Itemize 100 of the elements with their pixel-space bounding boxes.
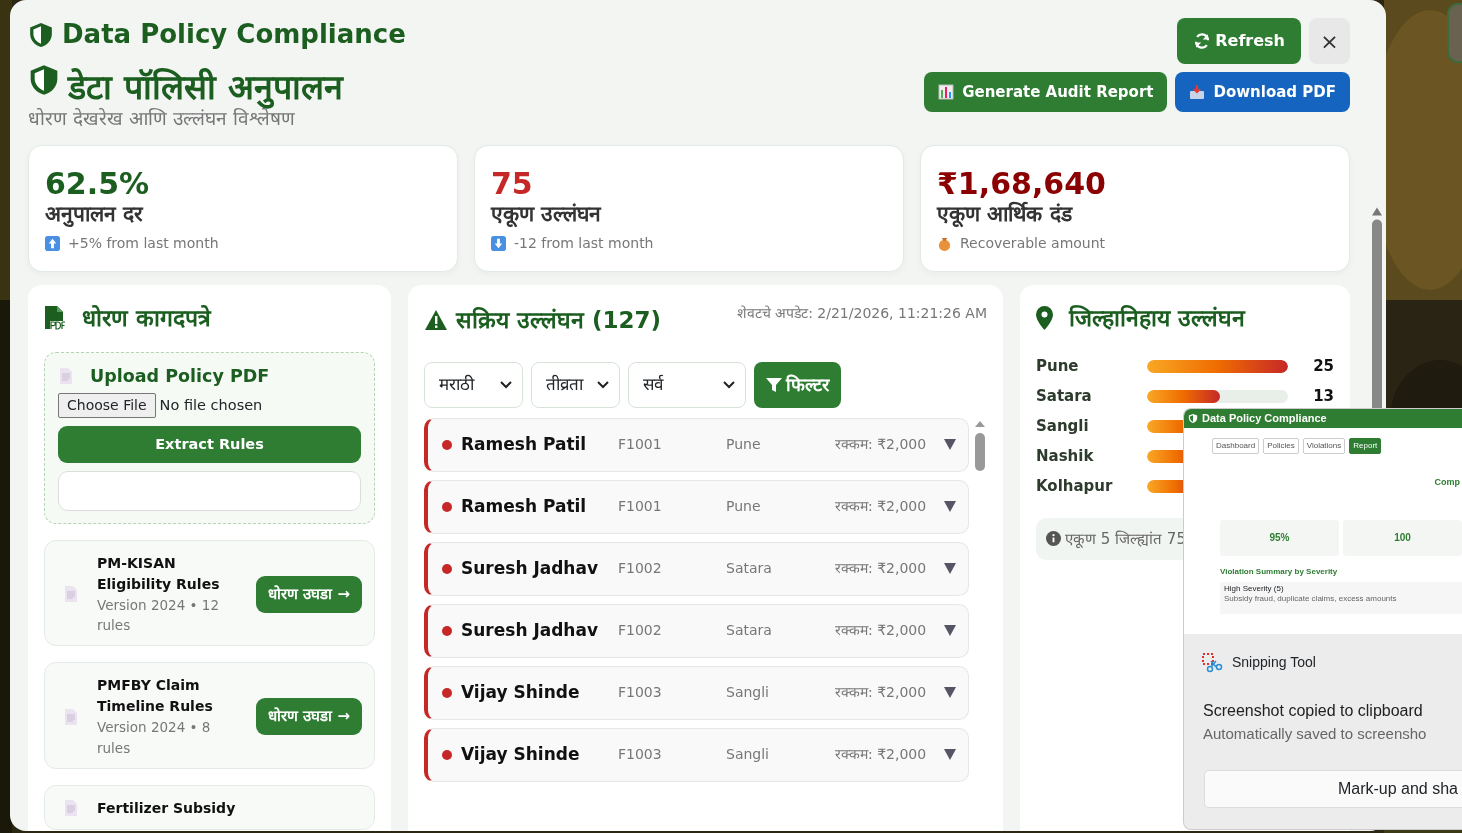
amount: रक्कम: ₹2,000	[835, 621, 927, 641]
markup-share-button[interactable]: Mark-up and sha	[1204, 769, 1462, 808]
stat-note: +5% from last month	[68, 234, 219, 254]
document-title: PM-KISAN Eligibility Rules	[97, 553, 221, 594]
district-name: Nashik	[1036, 446, 1095, 468]
stat-label: एकूण उल्लंघन	[491, 202, 603, 228]
caret-icon	[944, 625, 956, 637]
district-name: Satara	[1036, 386, 1093, 408]
farmer-name: Suresh Jadhav	[461, 556, 600, 580]
last-updated: शेवटचे अपडेट: 2/21/2026, 11:21:26 AM	[736, 304, 987, 324]
thumbnail-item-detail: Subsidy fraud, duplicate claims, excess amounts	[1224, 593, 1398, 605]
caret-icon	[944, 563, 956, 575]
refresh-button[interactable]: Refresh	[1177, 18, 1301, 64]
page-title: Data Policy Compliance	[62, 18, 406, 51]
stat-value: 62.5%	[45, 166, 151, 203]
warning-icon	[424, 309, 448, 332]
dropdown[interactable]: सर्व	[628, 361, 746, 408]
down-arrow-icon	[491, 236, 506, 252]
farmer-name: Ramesh Patil	[461, 494, 588, 518]
tab[interactable]: Violations	[1302, 438, 1346, 454]
tab[interactable]: Policies	[1263, 438, 1299, 454]
close-button[interactable]: ×	[1309, 18, 1350, 64]
report-button[interactable]: Generate Audit Report	[924, 72, 1168, 112]
inbox-tray-icon	[1189, 84, 1206, 100]
up-arrow-icon	[45, 236, 60, 252]
thumbnail-stat: 100	[1343, 519, 1462, 556]
caret-icon	[944, 749, 956, 761]
violation-count: 25	[1312, 356, 1334, 378]
farmer-name: Vijay Shinde	[461, 680, 581, 704]
district-name: Sangli	[726, 745, 770, 765]
file-status: No file chosen	[159, 395, 263, 415]
upload-title: Upload Policy PDF	[90, 364, 270, 388]
tab[interactable]: Report	[1349, 438, 1382, 454]
thumbnail-item-title: High Severity (5)	[1224, 583, 1285, 594]
district-name: Kolhapur	[1036, 476, 1114, 498]
document-title: Fertilizer Subsidy	[97, 798, 237, 818]
open-policy-button[interactable]: धोरण उघडा →	[256, 698, 362, 736]
farmer-name: Vijay Shinde	[461, 742, 581, 766]
district-name: Pune	[1036, 356, 1080, 378]
violation-count: 13	[1312, 386, 1334, 408]
document-icon	[63, 707, 79, 726]
page-title: डेटा पॉलिसी अनुपालन	[68, 65, 343, 109]
violation-row[interactable]: Vijay Shinde F1003 Sangli रक्कम: ₹2,000	[424, 727, 969, 782]
panel-title: धोरण कागदपत्रे	[82, 304, 211, 334]
notification-detail: Automatically saved to screensho	[1203, 724, 1427, 744]
status-dot-icon	[442, 501, 452, 512]
thumbnail-heading: Comp	[1433, 476, 1461, 489]
status-dot-icon	[442, 749, 452, 760]
stat-label: एकूण आर्थिक दंड	[937, 202, 1074, 228]
choose-file-button[interactable]: Choose File	[58, 392, 156, 418]
farmer-id: F1001	[618, 435, 663, 455]
location-pin-icon	[1036, 306, 1053, 331]
amount: रक्कम: ₹2,000	[835, 497, 927, 517]
caret-icon	[944, 687, 956, 699]
page-subtitle: धोरण देखरेख आणि उल्लंघन विश्लेषण	[28, 108, 296, 130]
district-name: Sangli	[1036, 416, 1090, 438]
violation-row[interactable]: Vijay Shinde F1003 Sangli रक्कम: ₹2,000	[424, 665, 969, 720]
funnel-icon	[766, 376, 782, 393]
stat-label: अनुपालन दर	[45, 202, 145, 228]
district-name: Pune	[726, 497, 762, 517]
panel-title: जिल्हानिहाय उल्लंघन	[1069, 304, 1245, 334]
district-name: Satara	[726, 621, 773, 641]
stat-value: 75	[491, 166, 534, 203]
dropdown[interactable]: मराठी	[424, 361, 523, 408]
chevron-icon	[597, 380, 609, 389]
district-name: Satara	[726, 559, 773, 579]
farmer-id: F1002	[618, 621, 663, 641]
status-dot-icon	[442, 687, 452, 698]
stat-value: ₹1,68,640	[937, 166, 1107, 202]
status-dot-icon	[442, 563, 452, 574]
filter-button[interactable]: फिल्टर	[754, 361, 841, 408]
amount: रक्कम: ₹2,000	[835, 683, 927, 703]
document-meta: Version 2024 • 8 rules	[97, 718, 212, 758]
thumbnail-section-title: Violation Summary by Severity	[1219, 565, 1339, 578]
violation-row[interactable]: Ramesh Patil F1001 Pune रक्कम: ₹2,000	[424, 479, 969, 534]
amount: रक्कम: ₹2,000	[835, 745, 927, 765]
document-icon	[63, 585, 79, 604]
download-button[interactable]: Download PDF	[1175, 72, 1350, 112]
shield-icon	[1188, 413, 1198, 424]
shield-icon	[28, 20, 54, 49]
farmer-id: F1002	[618, 559, 663, 579]
open-policy-button[interactable]: धोरण उघडा →	[256, 575, 362, 613]
stat-note: -12 from last month	[514, 234, 654, 254]
document-icon	[58, 366, 74, 385]
farmer-id: F1001	[618, 497, 663, 517]
dropdown[interactable]: तीव्रता	[531, 361, 620, 408]
refresh-icon	[1193, 32, 1212, 50]
farmer-name: Suresh Jadhav	[461, 618, 600, 642]
tab[interactable]: Dashboard	[1212, 438, 1260, 454]
pdf-file-icon	[44, 305, 66, 332]
violation-row[interactable]: Ramesh Patil F1001 Pune रक्कम: ₹2,000	[424, 417, 969, 472]
document-meta: Version 2024 • 12 rules	[97, 595, 220, 636]
violation-row[interactable]: Suresh Jadhav F1002 Satara रक्कम: ₹2,000	[424, 541, 969, 596]
caret-icon	[944, 501, 956, 513]
violation-row[interactable]: Suresh Jadhav F1002 Satara रक्कम: ₹2,000	[424, 603, 969, 658]
caret-icon	[944, 439, 956, 451]
info-icon	[1046, 531, 1061, 547]
status-dot-icon	[442, 439, 452, 450]
chevron-icon	[723, 380, 735, 389]
extract-rules-button[interactable]: Extract Rules	[58, 425, 361, 463]
